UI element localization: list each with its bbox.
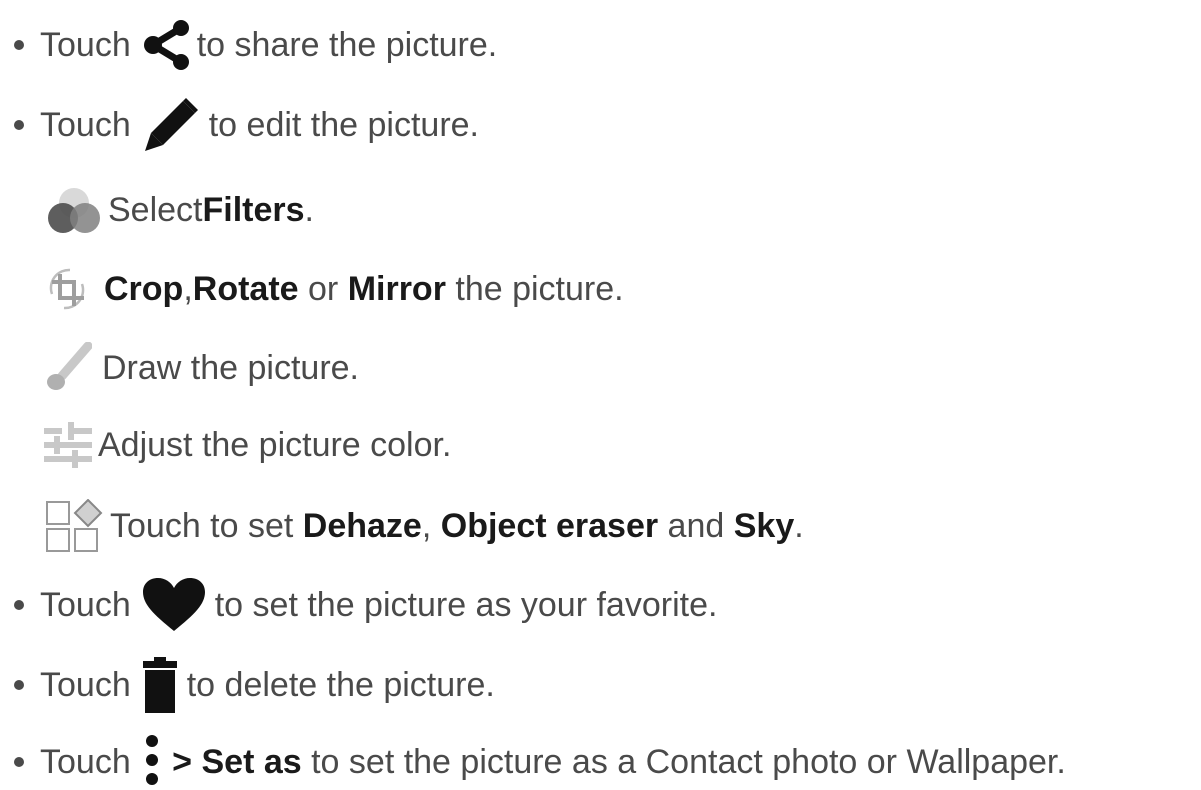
touch-label: Touch [40,666,131,704]
dehaze-label: Dehaze [302,507,422,545]
favorite-text: to set the picture as your favorite. [214,586,718,624]
object-eraser-label: Object eraser [440,507,659,545]
share-text: to share the picture. [196,26,498,64]
mirror-label: Mirror [347,270,446,308]
touch-label: Touch [40,26,131,64]
the-picture-text: the picture. [445,270,624,308]
sub-item-adjust: Adjust the picture color. [44,420,451,470]
bullet [14,120,24,130]
set-as-label: > Set as [162,743,302,781]
period: . [794,507,804,545]
sub-item-filters: Select Filters . [44,186,314,234]
adjust-icon [44,420,92,470]
set-as-text: to set the picture as a Contact photo or… [301,743,1066,781]
list-item-set-as: Touch > Set as to set the picture as a C… [0,734,1066,790]
tools-grid-icon [44,499,104,553]
list-item-share: Touch to share the picture. [0,20,497,70]
sky-label: Sky [733,507,795,545]
trash-icon [142,657,177,713]
delete-text: to delete the picture. [186,666,495,704]
select-text: Select [108,191,203,229]
list-item-delete: Touch to delete the picture. [0,657,495,713]
heart-icon [142,578,205,632]
share-icon [143,20,191,70]
bullet [14,680,24,690]
edit-text: to edit the picture. [208,106,480,144]
more-vert-icon [145,734,159,790]
bullet [14,757,24,767]
bullet [14,600,24,610]
touch-label: Touch [40,106,131,144]
comma: , [421,507,441,545]
list-item-favorite: Touch to set the picture as your favorit… [0,578,717,632]
rotate-label: Rotate [192,270,299,308]
crop-rotate-icon [44,264,90,314]
pencil-icon [143,97,199,153]
sub-item-tools: Touch to set Dehaze , Object eraser and … [44,499,804,553]
adjust-text: Adjust the picture color. [98,426,452,464]
touch-label: Touch [40,586,131,624]
touch-to-set-text: Touch to set [110,507,303,545]
draw-text: Draw the picture. [102,349,359,387]
filters-icon [44,186,104,234]
sub-item-crop: Crop , Rotate or Mirror the picture. [44,264,624,314]
bullet [14,40,24,50]
brush-icon [44,342,92,394]
list-item-edit: Touch to edit the picture. [0,97,479,153]
filters-label: Filters [202,191,305,229]
sub-item-draw: Draw the picture. [44,342,359,394]
or-text: or [298,270,348,308]
comma: , [183,270,193,308]
touch-label: Touch [40,743,131,781]
period: . [304,191,314,229]
crop-label: Crop [104,270,184,308]
and-text: and [658,507,734,545]
